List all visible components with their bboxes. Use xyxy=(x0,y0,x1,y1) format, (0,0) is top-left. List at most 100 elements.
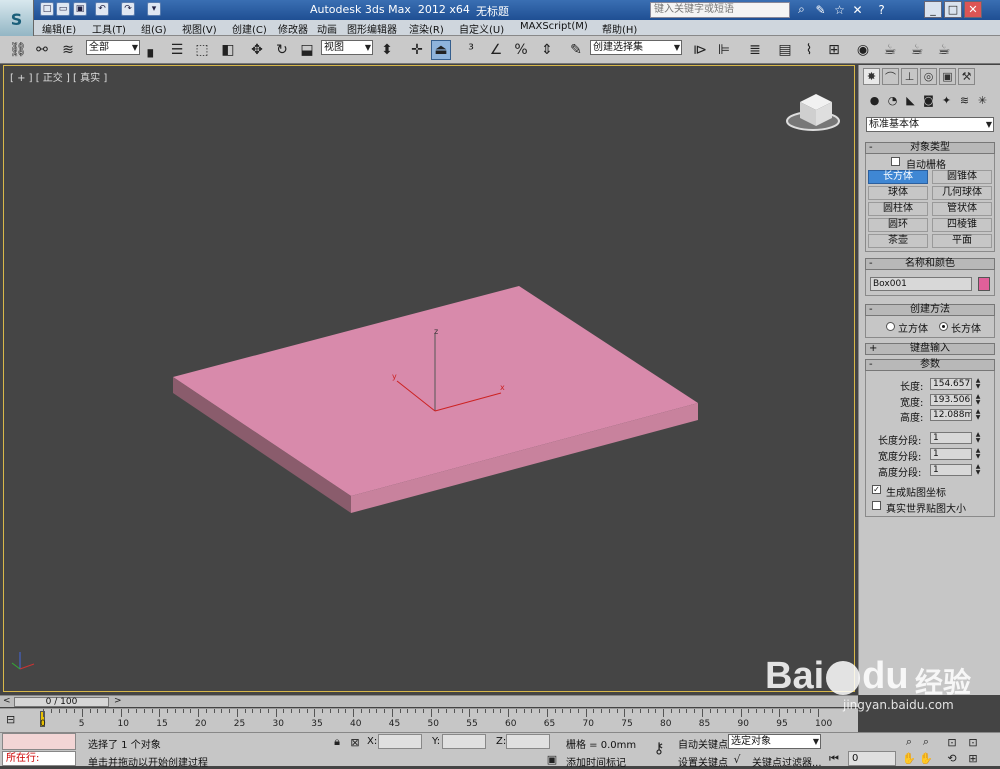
width-segs-spinner[interactable]: ▲ ▼ xyxy=(974,448,982,460)
rect-selection-icon[interactable]: ⬚ xyxy=(192,40,212,60)
subscription-icon[interactable]: ✎ xyxy=(813,2,828,17)
maximize-viewport-icon[interactable]: ⊞ xyxy=(966,751,980,765)
keyboard-entry-rollout-header[interactable]: + 键盘输入 xyxy=(865,343,995,355)
cameras-icon[interactable]: ◙ xyxy=(921,93,936,108)
z-coord-input[interactable] xyxy=(506,734,550,749)
keyboard-shortcut-override-icon[interactable]: ⏏ xyxy=(431,40,451,60)
menu-create[interactable]: 创建(C) xyxy=(232,21,267,36)
box-radio[interactable] xyxy=(939,322,948,331)
link-icon[interactable]: ⛓ xyxy=(8,40,28,60)
undo-icon[interactable]: ↶ xyxy=(95,2,109,16)
x-coord-input[interactable] xyxy=(378,734,422,749)
move-icon[interactable]: ✥ xyxy=(247,40,267,60)
angle-snap-icon[interactable]: ∠ xyxy=(486,40,506,60)
parameters-rollout-header[interactable]: - 参数 xyxy=(865,359,995,371)
time-tag-icon[interactable]: ▣ xyxy=(545,752,559,766)
maximize-button[interactable]: □ xyxy=(944,1,962,18)
length-spinner[interactable]: ▲ ▼ xyxy=(974,378,982,390)
length-input[interactable]: 154.657m xyxy=(930,378,972,390)
menu-group[interactable]: 组(G) xyxy=(141,21,167,36)
tab-modify[interactable]: ⌒ xyxy=(882,68,899,85)
align-icon[interactable]: ⊫ xyxy=(714,40,734,60)
zoom-extents-icon[interactable]: ⊡ xyxy=(945,735,959,749)
menu-animation[interactable]: 动画 xyxy=(317,21,337,36)
pan-icon[interactable]: ✋ xyxy=(902,751,916,765)
menu-edit[interactable]: 编辑(E) xyxy=(42,21,76,36)
open-file-icon[interactable]: ▭ xyxy=(56,2,70,16)
pyramid-button[interactable]: 四棱锥 xyxy=(932,218,992,232)
redo-icon[interactable]: ↷ xyxy=(121,2,135,16)
mirror-icon[interactable]: ⧐ xyxy=(690,40,710,60)
cylinder-button[interactable]: 圆柱体 xyxy=(868,202,928,216)
select-object-icon[interactable]: ▖ xyxy=(143,40,163,60)
object-type-rollout-header[interactable]: - 对象类型 xyxy=(865,142,995,154)
width-segs-input[interactable]: 1 xyxy=(930,448,972,460)
key-mode-dropdown[interactable]: 选定对象 xyxy=(728,734,821,749)
set-key-button[interactable]: 设置关键点 xyxy=(678,754,728,769)
tab-hierarchy[interactable]: ⊥ xyxy=(901,68,918,85)
current-frame-input[interactable]: 0 xyxy=(848,751,896,766)
unlink-icon[interactable]: ⚯ xyxy=(32,40,52,60)
tube-button[interactable]: 管状体 xyxy=(932,202,992,216)
height-input[interactable]: 12.088mm xyxy=(930,409,972,421)
y-coord-input[interactable] xyxy=(442,734,486,749)
select-by-name-icon[interactable]: ☰ xyxy=(167,40,187,60)
maxscript-line[interactable]: 所在行: xyxy=(2,751,76,766)
percent-snap-icon[interactable]: % xyxy=(511,40,531,60)
material-editor-icon[interactable]: ◉ xyxy=(853,40,873,60)
key-filters-button[interactable]: 关键点过滤器... xyxy=(752,754,822,769)
object-name-input[interactable]: Box001 xyxy=(870,277,972,291)
graphite-ribbon-icon[interactable]: ▤ xyxy=(775,40,795,60)
help-icon[interactable]: ? xyxy=(874,2,889,17)
autogrid-checkbox[interactable] xyxy=(891,157,900,166)
spacewarps-icon[interactable]: ≋ xyxy=(957,93,972,108)
track-bar[interactable]: ⊟ 0 5 10 15 20 25 30 35 40 45 50 55 60 65 70 75 80 85 90 95… xyxy=(0,708,858,732)
communication-icon[interactable]: ☆ xyxy=(832,2,847,17)
width-input[interactable]: 193.506m xyxy=(930,394,972,406)
rotate-icon[interactable]: ↻ xyxy=(272,40,292,60)
perspective-viewport[interactable]: [ + ] [ 正交 ] [ 真实 ] z x y xyxy=(3,65,855,692)
orbit-icon[interactable]: ⟲ xyxy=(945,751,959,765)
snap-3d-icon[interactable]: ³ xyxy=(461,40,481,60)
pivot-center-icon[interactable]: ⬍ xyxy=(377,40,397,60)
menu-tools[interactable]: 工具(T) xyxy=(92,21,126,36)
select-manipulate-icon[interactable]: ✛ xyxy=(407,40,427,60)
selection-filter-dropdown[interactable]: 全部 xyxy=(86,40,140,55)
reference-coord-dropdown[interactable]: 视图 xyxy=(321,40,373,55)
scale-icon[interactable]: ⬓ xyxy=(297,40,317,60)
box-button[interactable]: 长方体 xyxy=(868,170,928,184)
torus-button[interactable]: 圆环 xyxy=(868,218,928,232)
cube-radio[interactable] xyxy=(886,322,895,331)
maxscript-listener[interactable] xyxy=(2,733,76,750)
save-file-icon[interactable]: ▣ xyxy=(73,2,87,16)
systems-icon[interactable]: ✳ xyxy=(975,93,990,108)
tab-create[interactable]: ✸ xyxy=(863,68,880,85)
cone-button[interactable]: 圆锥体 xyxy=(932,170,992,184)
time-slider-thumb[interactable]: 0 / 100 xyxy=(14,697,109,707)
menu-help[interactable]: 帮助(H) xyxy=(602,21,637,36)
tab-display[interactable]: ▣ xyxy=(939,68,956,85)
add-time-tag[interactable]: 添加时间标记 xyxy=(566,754,626,769)
set-key-icon[interactable]: ⚷ xyxy=(648,739,670,757)
teapot-button[interactable]: 茶壶 xyxy=(868,234,928,248)
height-segs-spinner[interactable]: ▲ ▼ xyxy=(974,464,982,476)
name-color-rollout-header[interactable]: - 名称和颜色 xyxy=(865,258,995,270)
lights-icon[interactable]: ◣ xyxy=(903,93,918,108)
rendered-frame-icon[interactable]: ☕ xyxy=(907,40,927,60)
named-selection-dropdown[interactable]: 创建选择集 xyxy=(590,40,682,55)
go-to-start-icon[interactable]: ⏮ xyxy=(827,752,841,766)
width-spinner[interactable]: ▲ ▼ xyxy=(974,394,982,406)
shapes-icon[interactable]: ◔ xyxy=(885,93,900,108)
menu-customize[interactable]: 自定义(U) xyxy=(459,21,504,36)
window-crossing-icon[interactable]: ◧ xyxy=(218,40,238,60)
new-file-icon[interactable]: □ xyxy=(40,2,54,16)
zoom-icon[interactable]: ⌕ xyxy=(902,735,916,749)
object-color-swatch[interactable] xyxy=(978,277,990,291)
helpers-icon[interactable]: ✦ xyxy=(939,93,954,108)
geosphere-button[interactable]: 几何球体 xyxy=(932,186,992,200)
zoom-extents-all-icon[interactable]: ⊡ xyxy=(966,735,980,749)
walkthrough-icon[interactable]: ✋ xyxy=(919,751,933,765)
app-logo[interactable]: S xyxy=(0,0,34,38)
absolute-mode-icon[interactable]: ⊠ xyxy=(348,735,362,749)
category-dropdown[interactable]: 标准基本体 xyxy=(866,117,994,132)
